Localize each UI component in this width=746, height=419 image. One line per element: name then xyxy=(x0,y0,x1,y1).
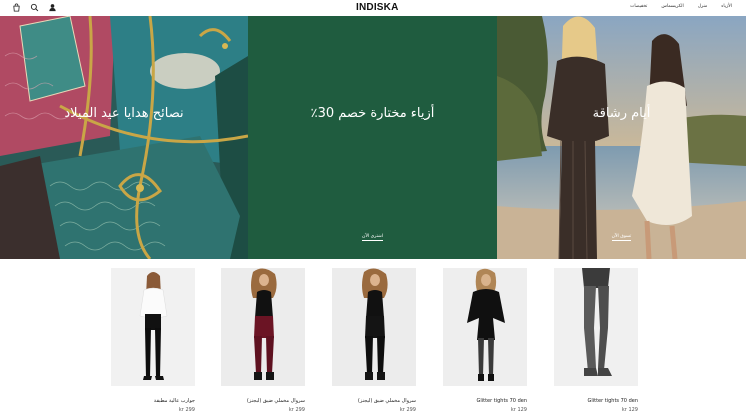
product-image[interactable] xyxy=(554,268,638,386)
product-price: kr 299 xyxy=(178,407,195,413)
product-card[interactable]: سروال مخملي ضيق (لبجنز) kr 299 xyxy=(221,268,305,413)
product-image[interactable] xyxy=(111,268,195,386)
model-photo xyxy=(554,268,638,386)
search-icon[interactable] xyxy=(30,3,39,12)
product-grid: جوارب عالية مطبقة kr 299 سروال مخملي ضيق… xyxy=(111,268,638,418)
product-name[interactable]: Glitter tights 70 den xyxy=(443,398,527,404)
model-photo xyxy=(221,268,305,386)
product-name[interactable]: سروال مخملي ضيق (لبجنز) xyxy=(221,398,305,404)
product-image[interactable] xyxy=(221,268,305,386)
main-nav: الأزياء منزل الكريسماس تخفيضات xyxy=(630,4,732,9)
product-price: kr 299 xyxy=(399,407,416,413)
model-photo xyxy=(443,268,527,386)
hero-banners: نصائح هدايا عيد الميلاد أزياء مختارة خصم… xyxy=(0,16,746,259)
hero-sale-panel[interactable]: أزياء مختارة خصم 30٪ اشتري الآن xyxy=(248,16,497,259)
hero-sale-cta[interactable]: اشتري الآن xyxy=(248,234,497,241)
product-name[interactable]: جوارب عالية مطبقة xyxy=(111,398,195,404)
user-icon[interactable] xyxy=(48,3,57,12)
bag-icon[interactable] xyxy=(12,3,21,12)
product-card[interactable]: جوارب عالية مطبقة kr 299 xyxy=(111,268,195,413)
hero-women-panel[interactable]: أيام رشاقة تسوق الآن xyxy=(497,16,746,259)
model-photo xyxy=(111,268,195,386)
brand-logo[interactable]: INDISKA xyxy=(356,2,399,13)
gift-wrap-image xyxy=(0,16,248,259)
product-card[interactable]: Glitter tights 70 den kr 129 xyxy=(554,268,638,413)
nav-christmas[interactable]: الكريسماس xyxy=(661,4,683,9)
hero-women-cta[interactable]: تسوق الآن xyxy=(497,234,746,241)
product-name[interactable]: سروال مخملي ضيق (ليجنز) xyxy=(332,398,416,404)
model-photo xyxy=(332,268,416,386)
product-image[interactable] xyxy=(332,268,416,386)
product-image[interactable] xyxy=(443,268,527,386)
hero-gifts-title: نصائح هدايا عيد الميلاد xyxy=(64,106,184,121)
product-price: kr 299 xyxy=(288,407,305,413)
nav-home[interactable]: منزل xyxy=(698,4,708,9)
hero-gifts-panel[interactable]: نصائح هدايا عيد الميلاد xyxy=(0,16,248,259)
hero-sale-cta-label: اشتري الآن xyxy=(362,234,383,241)
beach-photo xyxy=(497,16,746,259)
site-header: INDISKA الأزياء منزل الكريسماس تخفيضات xyxy=(0,0,746,16)
nav-fashion[interactable]: الأزياء xyxy=(721,4,732,9)
product-price: kr 129 xyxy=(510,407,527,413)
hero-women-title: أيام رشاقة xyxy=(592,106,651,121)
product-price: kr 129 xyxy=(621,407,638,413)
nav-sale[interactable]: تخفيضات xyxy=(630,4,647,9)
product-card[interactable]: سروال مخملي ضيق (ليجنز) kr 299 xyxy=(332,268,416,413)
product-card[interactable]: Glitter tights 70 den kr 129 xyxy=(443,268,527,413)
hero-sale-title: أزياء مختارة خصم 30٪ xyxy=(310,106,435,121)
product-name[interactable]: Glitter tights 70 den xyxy=(554,398,638,404)
header-icons xyxy=(12,3,57,12)
hero-women-cta-label: تسوق الآن xyxy=(611,234,632,241)
